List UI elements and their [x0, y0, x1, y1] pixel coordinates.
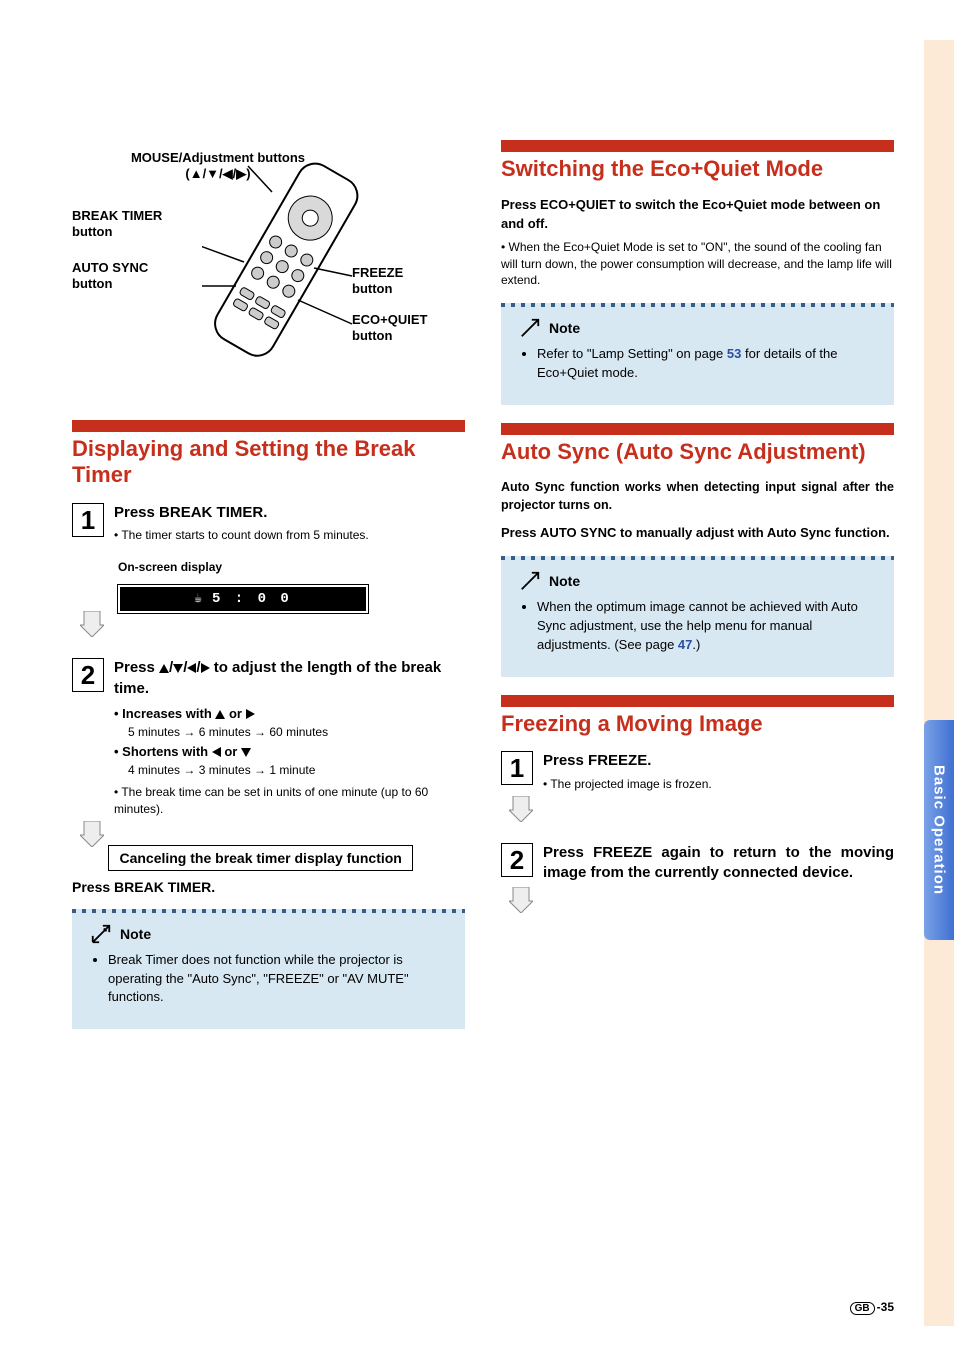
step-arrow-icon [509, 887, 533, 913]
step-number: 2 [501, 843, 533, 877]
cancel-box: Canceling the break timer display functi… [108, 845, 412, 871]
freeze-step-2: 2 Press FREEZE again to return to the mo… [501, 843, 894, 884]
step-number: 2 [72, 658, 104, 692]
section-divider [501, 423, 894, 435]
note-auto-sync: Note When the optimum image cannot be ac… [501, 556, 894, 677]
page-link-47[interactable]: 47 [678, 637, 692, 652]
step-arrow-icon [509, 796, 533, 822]
auto-sync-lead: Auto Sync function works when detecting … [501, 479, 894, 514]
section-divider [501, 140, 894, 152]
left-column: MOUSE/Adjustment buttons (▲/▼/◀/▶) BREAK… [72, 140, 465, 1029]
page-content: MOUSE/Adjustment buttons (▲/▼/◀/▶) BREAK… [0, 0, 954, 1069]
right-column: Switching the Eco+Quiet Mode Press ECO+Q… [501, 140, 894, 1029]
page-side-tint [924, 40, 954, 1326]
section-divider [501, 695, 894, 707]
step-1: 1 Press BREAK TIMER. • The timer starts … [72, 503, 465, 580]
step-arrow-icon [80, 821, 104, 847]
label-break-timer: BREAK TIMERbutton [72, 208, 162, 241]
step1-text: Press BREAK TIMER. [114, 504, 267, 521]
page-number: GB-35 [850, 1300, 894, 1314]
section-divider [72, 420, 465, 432]
osd-display: ☕5 : 0 0 [118, 585, 368, 613]
step-arrow-icon [80, 611, 104, 637]
note-eco-quiet: Note Refer to "Lamp Setting" on page 53 … [501, 303, 894, 405]
note-icon [519, 317, 541, 339]
eco-quiet-desc: Press ECO+QUIET to switch the Eco+Quiet … [501, 196, 894, 232]
side-tab-basic-operation: Basic Operation [924, 720, 954, 940]
label-eco-quiet: ECO+QUIETbutton [352, 312, 428, 345]
step-2: 2 Press /// to adjust the length of the … [72, 658, 465, 816]
step2-text: Press /// to adjust the length of the br… [114, 659, 441, 696]
remote-illustration [202, 148, 362, 378]
heading-auto-sync: Auto Sync (Auto Sync Adjustment) [501, 439, 894, 465]
note-icon [90, 923, 112, 945]
osd-label: On-screen display [118, 559, 465, 575]
label-auto-sync: AUTO SYNCbutton [72, 260, 148, 293]
note-item: Break Timer does not function while the … [108, 951, 447, 1008]
note-item: Refer to "Lamp Setting" on page 53 for d… [537, 345, 876, 383]
step-number: 1 [72, 503, 104, 537]
note-item: When the optimum image cannot be achieve… [537, 598, 876, 655]
freeze-step-1: 1 Press FREEZE. • The projected image is… [501, 751, 894, 791]
note-break-timer: Note Break Timer does not function while… [72, 909, 465, 1030]
heading-eco-quiet: Switching the Eco+Quiet Mode [501, 156, 894, 182]
side-tab-label: Basic Operation [931, 765, 948, 895]
note-icon [519, 570, 541, 592]
heading-freeze: Freezing a Moving Image [501, 711, 894, 737]
heading-break-timer: Displaying and Setting the Break Timer [72, 436, 465, 489]
cup-icon: ☕ [194, 591, 202, 606]
auto-sync-desc: Press AUTO SYNC to manually adjust with … [501, 524, 894, 542]
step-number: 1 [501, 751, 533, 785]
page-link-53[interactable]: 53 [727, 346, 741, 361]
remote-diagram: MOUSE/Adjustment buttons (▲/▼/◀/▶) BREAK… [72, 140, 465, 420]
cancel-instruction: Press BREAK TIMER. [72, 879, 465, 895]
